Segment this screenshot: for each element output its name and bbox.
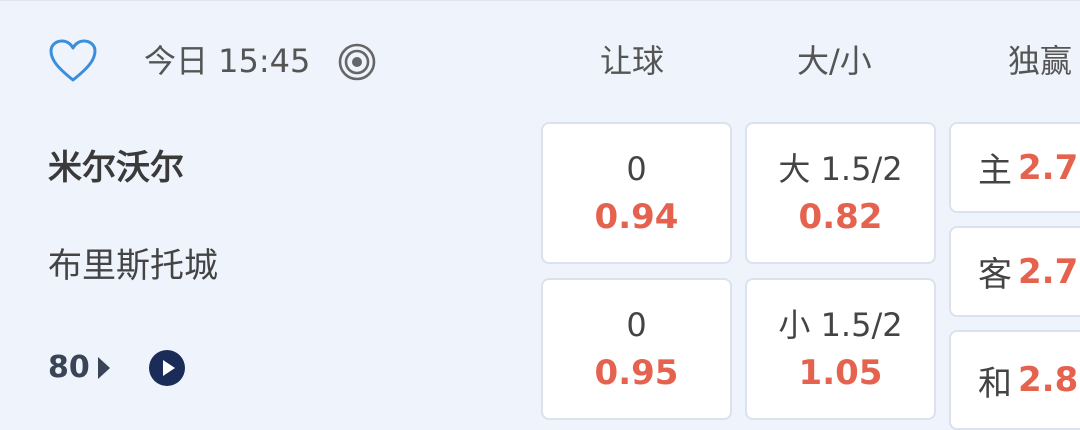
1x2-draw-odds-button[interactable]: 和 2.8 [949,330,1080,430]
1x2-home-label: 主 [978,151,1012,191]
handicap-away-line: 0 [626,306,647,344]
1x2-away-odds-button[interactable]: 客 2.7 [949,226,1080,317]
play-icon[interactable] [149,350,185,386]
1x2-away-price: 2.7 [1018,251,1079,292]
1x2-away-label: 客 [978,255,1012,295]
top-divider [0,0,1080,1]
column-header-over-under: 大/小 [797,42,872,80]
handicap-home-odds-button[interactable]: 0 0.94 [541,122,732,264]
1x2-home-odds-button[interactable]: 主 2.7 [949,122,1080,213]
under-odds-button[interactable]: 小 1.5/2 1.05 [745,278,936,420]
over-line: 大 1.5/2 [778,150,903,188]
1x2-draw-price: 2.8 [1018,360,1079,400]
handicap-home-price: 0.94 [594,197,679,237]
column-header-1x2: 独赢 [1008,42,1073,80]
match-time: 今日 15:45 [144,42,311,80]
home-team-name[interactable]: 米尔沃尔 [48,146,184,190]
handicap-away-price: 0.95 [594,353,679,393]
under-line: 小 1.5/2 [778,306,903,344]
over-odds-button[interactable]: 大 1.5/2 0.82 [745,122,936,264]
target-icon [338,43,376,81]
match-minute: 80 [48,350,90,385]
over-price: 0.82 [798,197,883,237]
1x2-home-price: 2.7 [1018,147,1079,188]
arrow-right-icon[interactable] [98,357,110,379]
under-price: 1.05 [798,353,883,393]
column-header-handicap: 让球 [600,42,665,80]
handicap-home-line: 0 [626,150,647,188]
away-team-name[interactable]: 布里斯托城 [48,244,218,288]
handicap-away-odds-button[interactable]: 0 0.95 [541,278,732,420]
1x2-draw-label: 和 [978,363,1012,404]
heart-outline-icon[interactable] [48,38,98,84]
